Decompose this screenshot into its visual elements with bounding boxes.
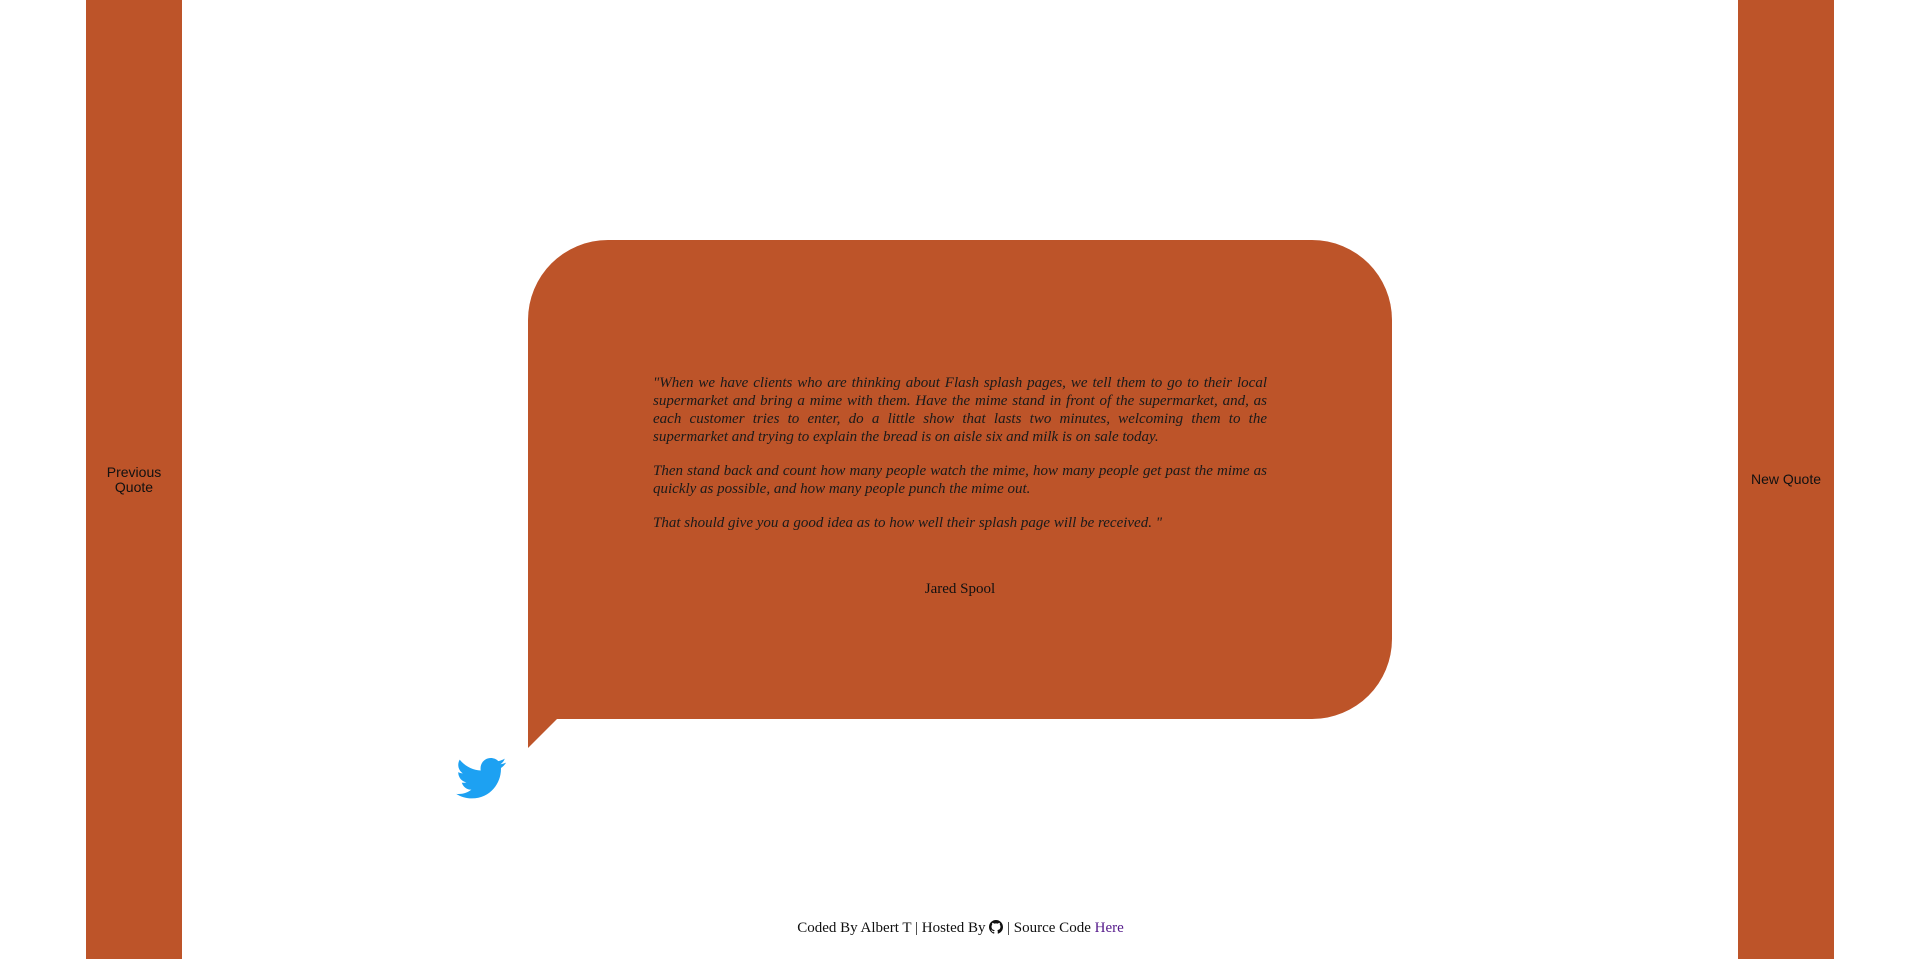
previous-quote-label-line1: Previous <box>106 463 162 480</box>
new-quote-button[interactable]: New Quote <box>1738 0 1834 959</box>
quote-paragraph-2: Then stand back and count how many peopl… <box>653 463 1267 497</box>
footer: Coded By Albert T | Hosted By | Source C… <box>0 920 1921 937</box>
github-icon[interactable] <box>989 920 1004 934</box>
quote-paragraph-3: That should give you a good idea as to h… <box>653 515 1163 531</box>
quote-bubble-tail <box>528 718 558 748</box>
footer-separator-1: | <box>915 920 919 936</box>
quote-paragraph-1: "When we have clients who are thinking a… <box>653 375 1267 445</box>
twitter-bird-icon[interactable] <box>453 753 511 803</box>
footer-hosted-by: Hosted By <box>921 920 986 936</box>
twitter-bird-svg <box>456 758 507 799</box>
github-svg <box>989 920 1004 934</box>
previous-quote-label-line2: Quote <box>114 478 154 495</box>
footer-coded-by: Coded By Albert T <box>797 920 912 936</box>
source-code-link[interactable]: Here <box>1095 920 1124 936</box>
footer-source-code: Source Code <box>1013 920 1091 936</box>
new-quote-label: New Quote <box>1750 471 1822 487</box>
footer-separator-2: | <box>1007 920 1011 936</box>
previous-quote-button[interactable]: Previous Quote <box>86 0 182 959</box>
quote-author: Jared Spool <box>924 581 996 597</box>
quote-text: "When we have clients who are thinking a… <box>653 374 1267 548</box>
